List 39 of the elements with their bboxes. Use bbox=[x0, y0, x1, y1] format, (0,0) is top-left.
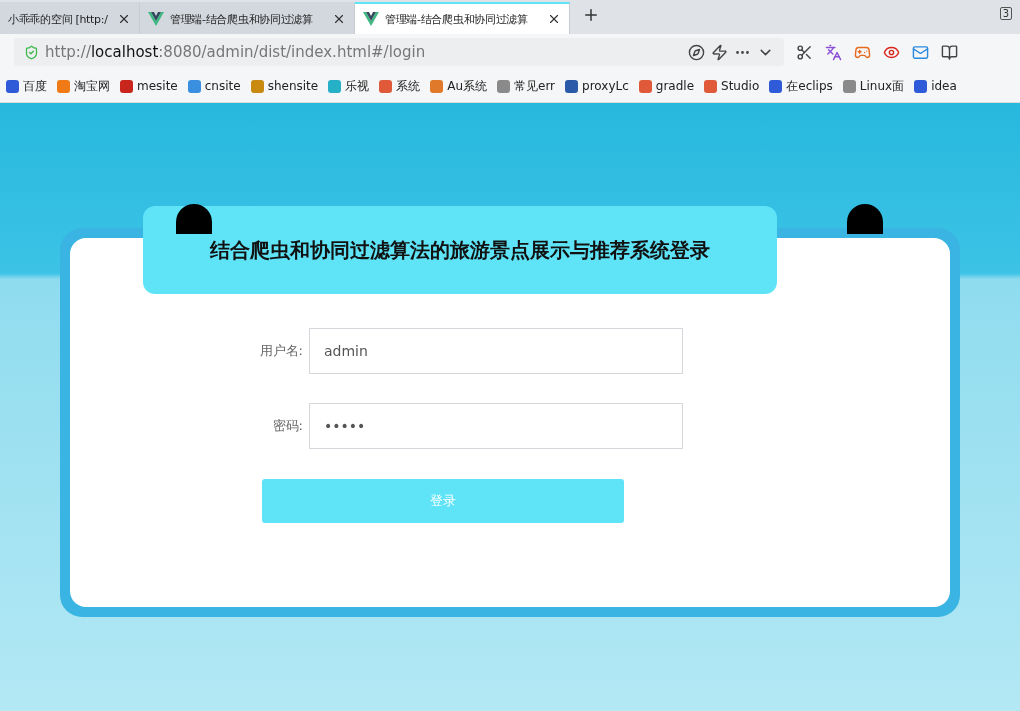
lightning-icon[interactable] bbox=[711, 43, 728, 61]
v-logo-icon bbox=[148, 12, 164, 26]
bookmark-link[interactable]: idea bbox=[914, 79, 957, 93]
browser-tab[interactable]: 管理端-结合爬虫和协同过滤算 bbox=[355, 2, 570, 34]
bookmark-link[interactable]: 淘宝网 bbox=[57, 77, 110, 95]
mail-icon[interactable] bbox=[912, 43, 929, 61]
browser-tab[interactable]: 管理端-结合爬虫和协同过滤算 bbox=[140, 2, 355, 34]
book-icon[interactable] bbox=[941, 43, 958, 61]
close-icon[interactable] bbox=[547, 12, 561, 26]
field-label: 用户名: bbox=[258, 342, 304, 360]
bookmark-link[interactable]: 百度 bbox=[6, 77, 47, 95]
login-title: 结合爬虫和协同过滤算法的旅游景点展示与推荐系统登录 bbox=[143, 206, 777, 294]
input-field[interactable]: admin bbox=[309, 328, 683, 374]
ear-decoration bbox=[176, 204, 212, 234]
bookmark-link[interactable]: Studio bbox=[704, 79, 760, 93]
close-icon[interactable] bbox=[117, 12, 131, 26]
new-tab-icon[interactable] bbox=[582, 6, 600, 24]
bookmark-link[interactable]: cnsite bbox=[187, 79, 241, 93]
bookmark-link[interactable]: Linux面 bbox=[842, 77, 905, 95]
bookmark-link[interactable]: 乐视 bbox=[328, 77, 370, 95]
browser-tab[interactable]: 小乖乖的空间 [http:/ bbox=[0, 2, 140, 34]
bookmark-link[interactable]: gradle bbox=[638, 79, 695, 93]
bookmark-link[interactable]: 系统 bbox=[379, 77, 421, 95]
translate-icon[interactable] bbox=[825, 43, 842, 61]
close-icon[interactable] bbox=[332, 12, 346, 26]
address-bar[interactable]: http://localhost:8080/admin/dist/index.html#/login bbox=[14, 38, 784, 66]
bookmark-link[interactable]: 在eclips bbox=[769, 77, 833, 95]
bookmark-link[interactable]: 常见err bbox=[497, 77, 556, 95]
compass-icon[interactable] bbox=[688, 43, 705, 61]
v-logo-icon bbox=[363, 12, 379, 26]
bookmark-link[interactable]: proxyLc bbox=[565, 79, 629, 93]
bookmark-link[interactable]: mesite bbox=[120, 79, 178, 93]
bookmark-link[interactable]: Au系统 bbox=[430, 77, 487, 95]
field-label: 密码: bbox=[271, 417, 304, 435]
tab-count[interactable]: 3 bbox=[999, 7, 1012, 20]
scissors-icon[interactable] bbox=[796, 43, 813, 61]
bookmark-link[interactable]: shensite bbox=[250, 79, 319, 93]
ear-decoration bbox=[847, 204, 883, 234]
input-field[interactable]: ••••• bbox=[309, 403, 683, 449]
